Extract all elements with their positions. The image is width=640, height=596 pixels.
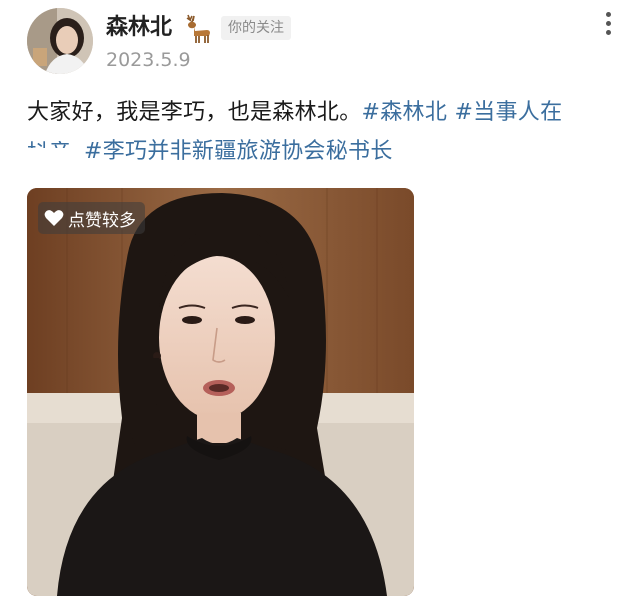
post-text-line-1: 大家好，我是李巧，也是森林北。#森林北 #当事人在 xyxy=(27,94,617,132)
more-icon[interactable] xyxy=(600,12,616,42)
hashtag-liqiao[interactable]: #李巧并非新疆旅游协会秘书长 xyxy=(84,133,393,171)
post-body-text: 大家好，我是李巧，也是森林北。 xyxy=(27,100,362,125)
likes-badge: 点赞较多 xyxy=(38,202,145,234)
username[interactable]: 森林北 xyxy=(106,13,172,43)
follow-badge: 你的关注 xyxy=(221,16,291,40)
video-thumbnail[interactable] xyxy=(27,188,414,596)
post-date: 2023.5.9 xyxy=(106,49,191,71)
weibo-post: 森林北 你的关注 2023.5.9 大家好，我是李巧，也是森林北。#森林北 #当… xyxy=(0,0,640,596)
video-frame-image xyxy=(27,188,414,596)
avatar[interactable] xyxy=(27,8,93,74)
heart-icon xyxy=(44,210,64,226)
likes-badge-label: 点赞较多 xyxy=(68,210,136,231)
hashtag-senlinbei[interactable]: #森林北 xyxy=(362,100,448,125)
deer-icon xyxy=(186,14,210,43)
hashtag-dangshiren[interactable]: #当事人在 xyxy=(454,100,562,125)
cut-off-text: 抖音 xyxy=(27,135,71,148)
